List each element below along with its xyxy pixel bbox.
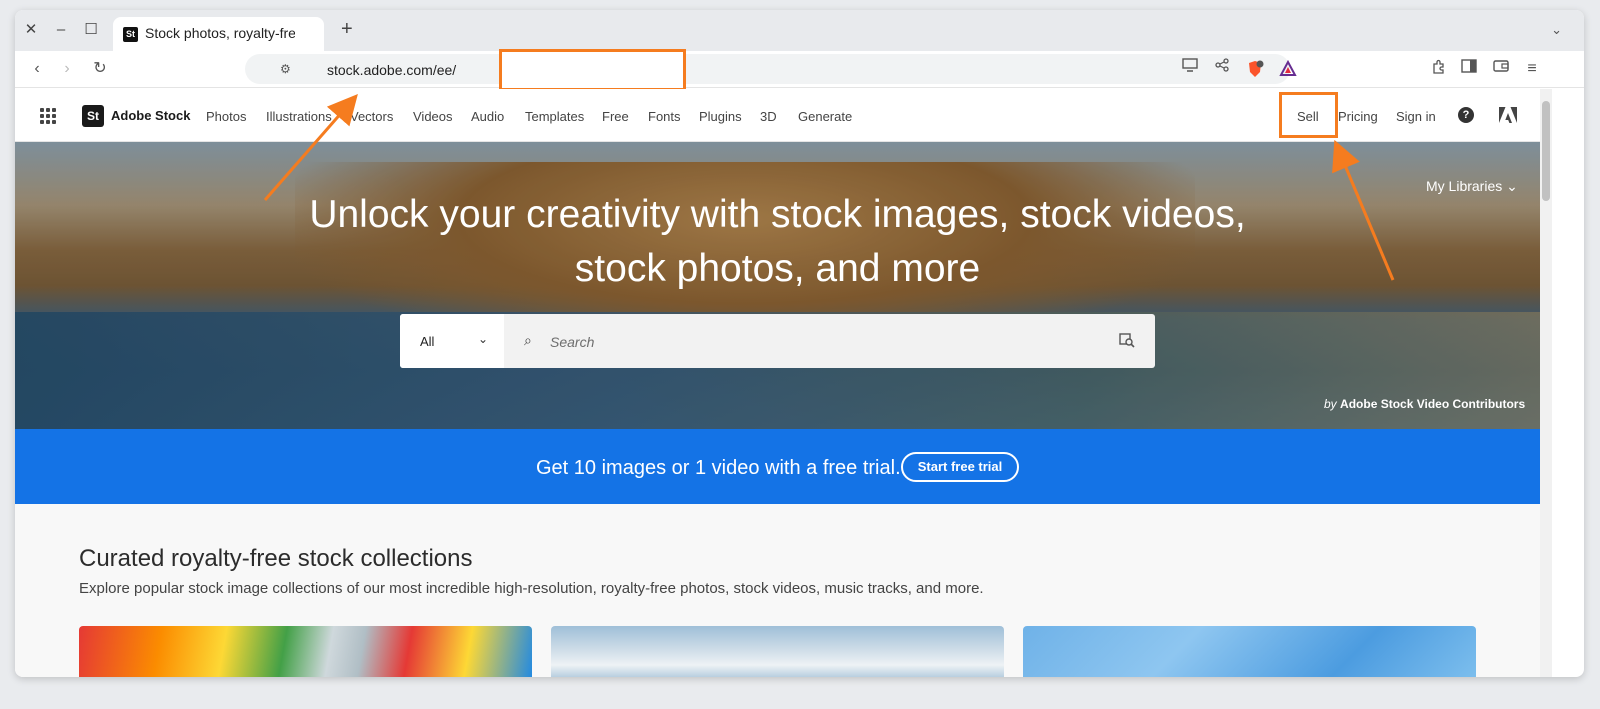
browser-toolbar: ‹ › ↻ ⚙ stock.adobe.com/ee/ ≡ — [15, 49, 1584, 91]
extensions-icon[interactable] — [1429, 59, 1449, 79]
curated-title: Curated royalty-free stock collections — [79, 545, 473, 572]
tab-title: Stock photos, royalty-free — [145, 25, 295, 41]
my-libraries-label: My Libraries — [1426, 178, 1503, 194]
nav-videos[interactable]: Videos — [413, 109, 453, 124]
curated-subtitle: Explore popular stock image collections … — [79, 580, 984, 597]
nav-templates[interactable]: Templates — [525, 109, 584, 124]
nav-vectors[interactable]: Vectors — [350, 109, 393, 124]
adobe-stock-logo-icon[interactable]: St — [82, 105, 104, 127]
free-trial-banner: Get 10 images or 1 video with a free tri… — [15, 429, 1540, 504]
my-libraries-dropdown[interactable]: My Libraries ⌄ — [1426, 178, 1518, 195]
search-category-select[interactable]: All ⌄ — [400, 314, 504, 368]
sign-in-link[interactable]: Sign in — [1396, 109, 1436, 124]
minimize-icon[interactable]: – — [51, 20, 71, 40]
back-icon[interactable]: ‹ — [27, 59, 47, 79]
nav-illustrations[interactable]: Illustrations — [266, 109, 332, 124]
sidebar-icon[interactable] — [1459, 59, 1479, 79]
hero-banner: My Libraries ⌄ Unlock your creativity wi… — [15, 142, 1540, 429]
address-bar[interactable]: ⚙ stock.adobe.com/ee/ — [245, 49, 1297, 91]
page-scrollbar[interactable] — [1540, 89, 1552, 677]
scrollbar-thumb[interactable] — [1542, 101, 1550, 201]
wallet-icon[interactable] — [1491, 59, 1511, 79]
menu-icon[interactable]: ≡ — [1522, 59, 1542, 79]
credit-name[interactable]: Adobe Stock Video Contributors — [1340, 397, 1525, 411]
cast-icon[interactable] — [1180, 58, 1200, 78]
close-window-icon[interactable]: ✕ — [21, 20, 41, 40]
nav-free[interactable]: Free — [602, 109, 629, 124]
nav-photos[interactable]: Photos — [206, 109, 246, 124]
brave-rewards-icon[interactable] — [1279, 59, 1297, 78]
hero-title-line2: stock photos, and more — [574, 247, 981, 290]
nav-generate[interactable]: Generate — [798, 109, 852, 124]
app-switcher-icon[interactable] — [40, 108, 56, 124]
favicon-icon: St — [123, 27, 138, 42]
reload-icon[interactable]: ↻ — [90, 59, 110, 79]
chevron-down-icon: ⌄ — [1506, 178, 1518, 194]
share-icon[interactable] — [1212, 58, 1232, 78]
browser-window: ✕ – ☐ St Stock photos, royalty-free + ⌄ … — [15, 10, 1584, 677]
tab-strip: ✕ – ☐ St Stock photos, royalty-free + ⌄ — [15, 10, 1584, 51]
start-free-trial-button[interactable]: Start free trial — [901, 452, 1019, 482]
address-highlight-box — [499, 49, 686, 91]
search-icon: ⌕ — [524, 332, 532, 348]
tab-search-chevron-icon[interactable]: ⌄ — [1551, 22, 1562, 38]
logo-text[interactable]: Adobe Stock — [111, 108, 190, 123]
help-icon[interactable]: ? — [1458, 107, 1474, 123]
search-bar: All ⌄ ⌕ — [400, 314, 1155, 368]
adobe-logo-icon[interactable] — [1499, 107, 1517, 123]
brave-shields-icon[interactable] — [1246, 60, 1264, 78]
visual-search-icon[interactable] — [1119, 332, 1135, 348]
site-header: St Adobe Stock Photos Illustrations Vect… — [15, 89, 1540, 142]
trial-text: Get 10 images or 1 video with a free tri… — [536, 457, 901, 479]
image-credit: by Adobe Stock Video Contributors — [1324, 397, 1525, 411]
credit-by: by — [1324, 397, 1337, 411]
nav-fonts[interactable]: Fonts — [648, 109, 681, 124]
nav-audio[interactable]: Audio — [471, 109, 504, 124]
new-tab-button[interactable]: + — [341, 18, 353, 41]
search-category-label: All — [420, 334, 435, 349]
hero-title: Unlock your creativity with stock images… — [215, 188, 1340, 296]
tab-active[interactable]: St Stock photos, royalty-free — [113, 17, 324, 51]
maximize-icon[interactable]: ☐ — [81, 20, 101, 40]
site-settings-icon[interactable]: ⚙ — [280, 62, 291, 76]
collection-tile[interactable] — [551, 626, 1004, 677]
collection-tile[interactable] — [79, 626, 532, 677]
nav-3d[interactable]: 3D — [760, 109, 777, 124]
hero-title-line1: Unlock your creativity with stock images… — [309, 193, 1246, 236]
forward-icon[interactable]: › — [57, 59, 77, 79]
sell-link[interactable]: Sell — [1297, 109, 1319, 124]
search-input[interactable] — [550, 332, 1090, 352]
collection-tile[interactable] — [1023, 626, 1476, 677]
url-text[interactable]: stock.adobe.com/ee/ — [327, 62, 456, 78]
nav-plugins[interactable]: Plugins — [699, 109, 742, 124]
pricing-link[interactable]: Pricing — [1338, 109, 1378, 124]
curated-section: Curated royalty-free stock collections E… — [15, 504, 1540, 677]
chevron-down-icon: ⌄ — [478, 332, 489, 346]
